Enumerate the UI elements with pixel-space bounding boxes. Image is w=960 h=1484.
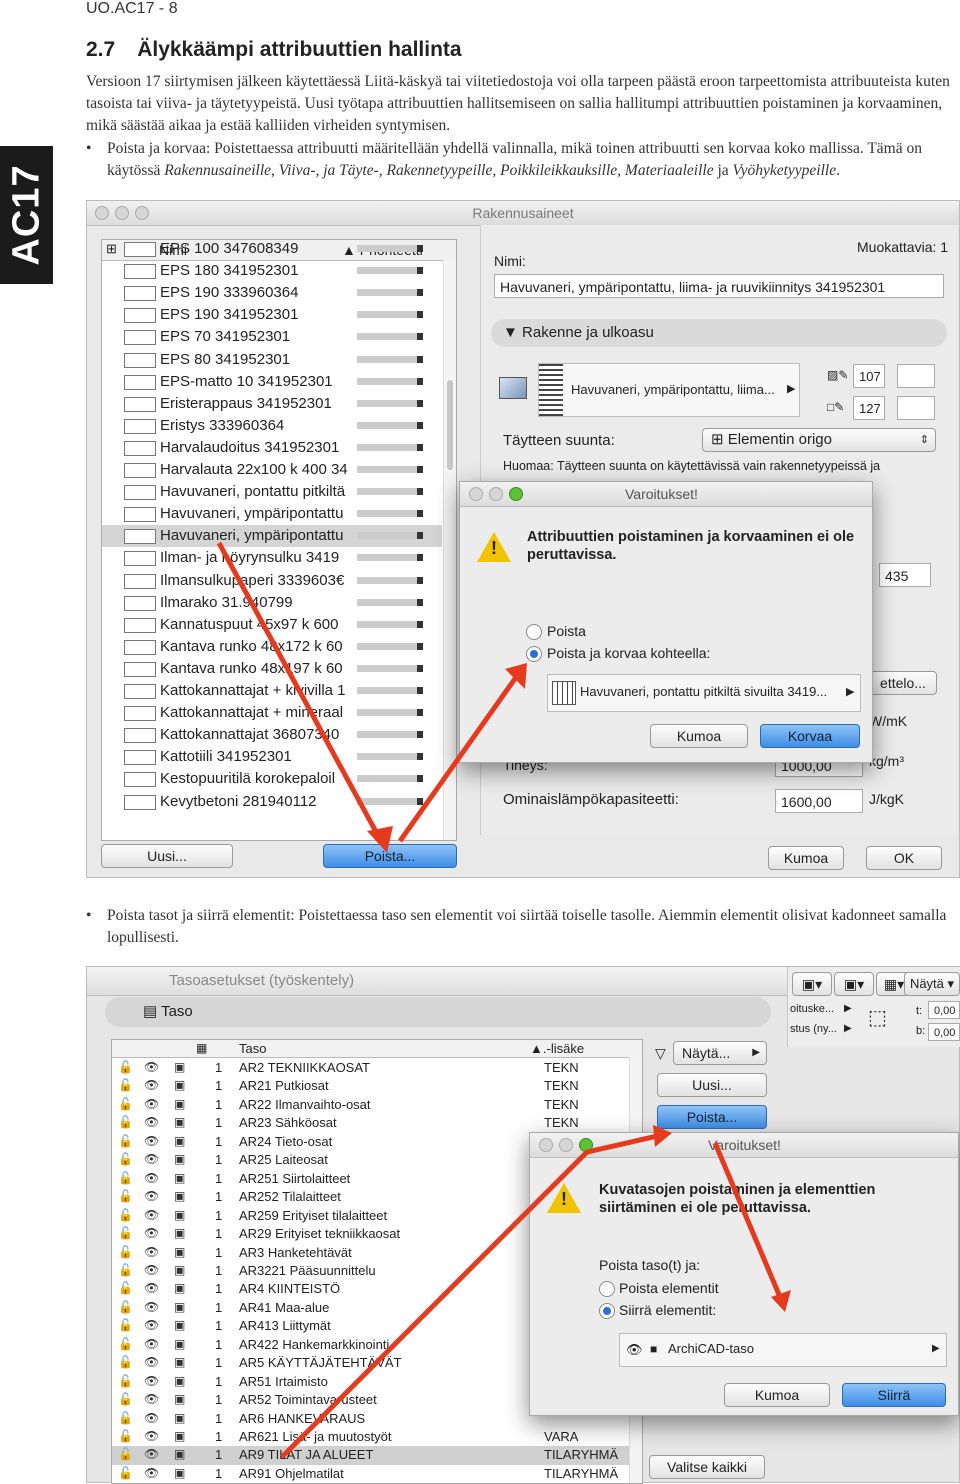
bullet-layers: • Poista tasot ja siirrä elementit: Pois…	[86, 905, 958, 951]
bullet-replace-conj: ja	[713, 162, 733, 179]
arrowhead-1	[367, 826, 393, 853]
bullet-dot: •	[86, 907, 92, 924]
bullet-replace-items: Rakennusaineille, Viiva-, ja Täyte-, Rak…	[164, 162, 714, 179]
screenshot-building-materials: Rakennusaineet ⊞ Nimi ▲ Prioriteetti EPS…	[86, 200, 960, 878]
arrow-2	[397, 671, 522, 843]
section-number: 2.7	[86, 38, 116, 61]
bullet-layers-text: Poista tasot ja siirrä elementit: Poiste…	[107, 907, 947, 946]
screenshot-layer-settings: Tasoasetukset (työskentely) ▤ Taso ▣▾ ▣▾…	[86, 966, 960, 1484]
intro-paragraph: Versioon 17 siirtymisen jälkeen käytettä…	[86, 73, 950, 134]
arrow-4	[712, 1142, 783, 1298]
section-heading: Älykkäämpi attribuuttien hallinta	[137, 38, 462, 61]
bullet-replace: • Poista ja korvaa: Poistettaessa attrib…	[86, 138, 958, 184]
arrowhead-3	[653, 1125, 672, 1147]
chapter-tab-label: AC17	[5, 164, 47, 266]
arrow-3	[280, 1132, 663, 1459]
annotation-arrows	[216, 541, 527, 853]
arrow-1	[216, 541, 384, 843]
bullet-replace-last: Vyöhyketyypeille	[732, 162, 837, 179]
section-title: 2.7 Älykkäämpi attribuuttien hallinta	[86, 38, 462, 62]
page-code: UO.AC17 - 8	[86, 0, 178, 17]
annotation-arrows	[280, 1125, 791, 1459]
bullet-replace-text: Poista ja korvaa: Poistettaessa attribuu…	[107, 138, 958, 182]
chapter-tab: AC17	[0, 146, 53, 284]
bullet-replace-end: .	[836, 162, 840, 179]
bullet-dot: •	[86, 140, 92, 157]
